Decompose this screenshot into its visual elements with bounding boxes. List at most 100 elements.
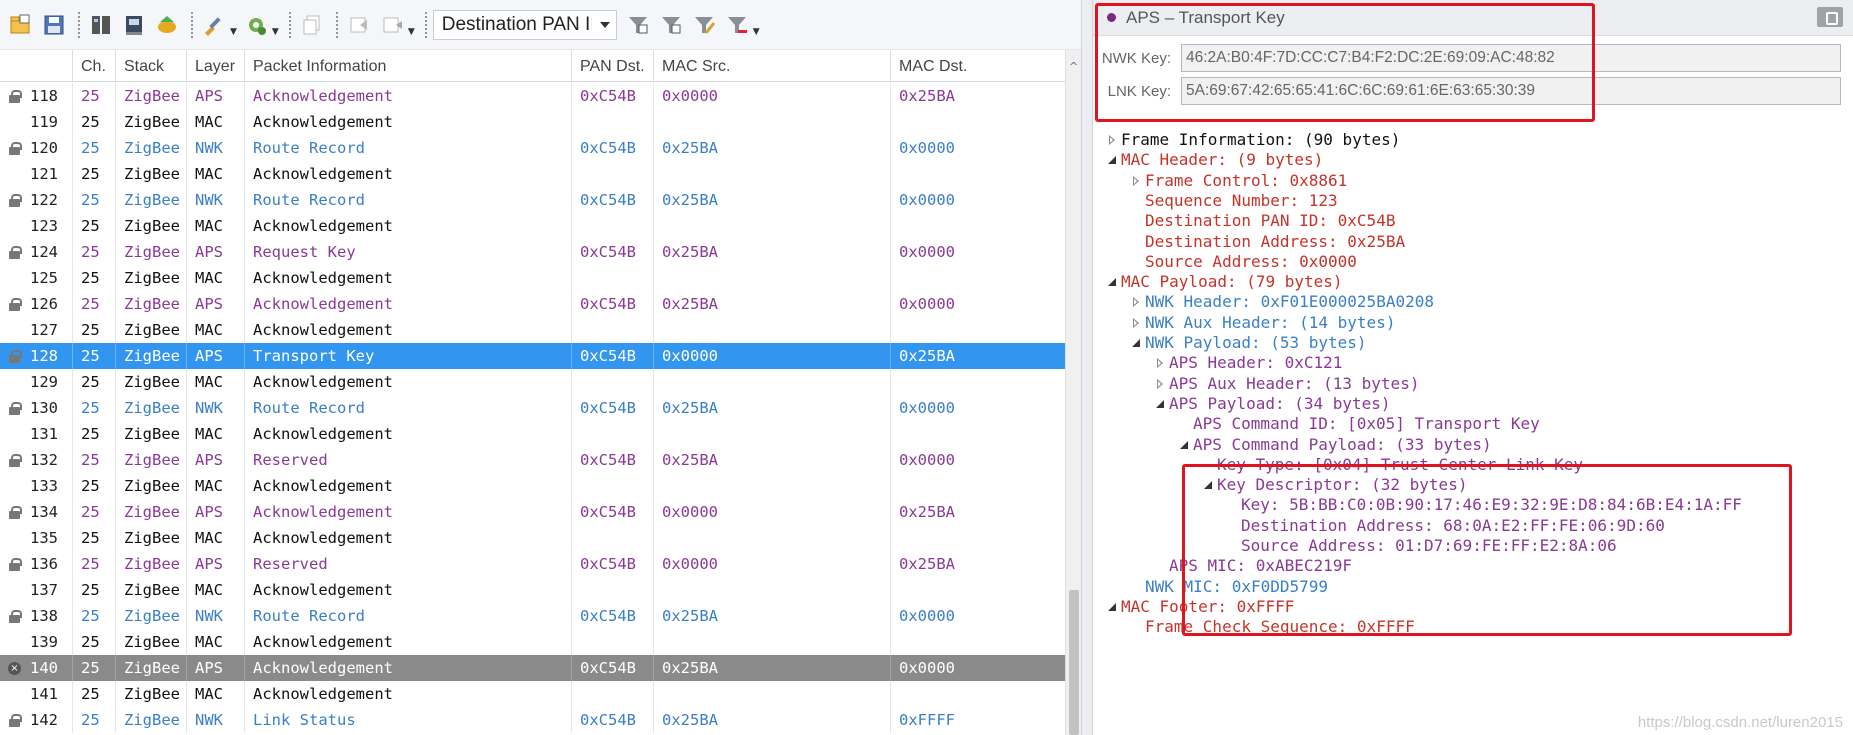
table-row[interactable]: 135 25 ZigBee MAC Acknowledgement [0,525,1065,551]
cell-channel: 25 [72,525,115,551]
table-row[interactable]: 142 25 ZigBee NWK Link Status 0xC54B 0x25BA 0xF… [0,707,1065,733]
cell-mac-src: 0x25BA [653,707,890,733]
filter-remove-icon[interactable] [722,10,752,40]
cell-mac-src [653,577,890,603]
table-row[interactable]: × 140 25 ZigBee APS Acknowledgement 0xC54B 0x25… [0,655,1065,681]
table-row[interactable]: 130 25 ZigBee NWK Route Record 0xC54B 0x25BA 0x… [0,395,1065,421]
table-row[interactable]: 133 25 ZigBee MAC Acknowledgement [0,473,1065,499]
cell-stack: ZigBee [115,603,186,629]
table-row[interactable]: 122 25 ZigBee NWK Route Record 0xC54B 0x25BA 0x… [0,187,1065,213]
cell-layer: APS [186,447,244,473]
filter-icon[interactable] [623,10,653,40]
cell-pan-dst [571,473,653,499]
cell-packet-information: Transport Key [244,343,571,369]
capture-device-icon[interactable] [119,10,149,40]
device-icon[interactable] [86,10,116,40]
back-icon[interactable] [344,10,374,40]
pane-splitter[interactable] [1081,0,1093,735]
cell-layer: APS [186,83,244,109]
export-icon[interactable] [152,10,182,40]
cell-channel: 25 [72,213,115,239]
detail-header: APS – Transport Key [1093,0,1853,36]
table-row[interactable]: 118 25 ZigBee APS Acknowledgement 0xC54B 0x000… [0,83,1065,109]
chevron-down-icon[interactable]: ▼ [272,27,279,37]
filter-add-icon[interactable] [656,10,686,40]
destination-pan-id-select[interactable]: Destination PAN ID [432,9,617,40]
forward-icon[interactable] [377,10,407,40]
filter-edit-icon[interactable] [689,10,719,40]
cell-pan-dst: 0xC54B [571,499,653,525]
scroll-up-icon[interactable]: ^ [1069,60,1078,73]
table-row[interactable]: 138 25 ZigBee NWK Route Record 0xC54B 0x25BA 0x… [0,603,1065,629]
cell-layer: NWK [186,603,244,629]
brush-icon[interactable] [199,10,229,40]
table-row[interactable]: 134 25 ZigBee APS Acknowledgement 0xC54B 0x000… [0,499,1065,525]
cell-mac-src [653,473,890,499]
open-file-icon[interactable] [6,10,36,40]
settings-gear-icon[interactable] [241,10,271,40]
cell-stack: ZigBee [115,343,186,369]
cell-packet-number: 132 [30,451,58,469]
cell-layer: MAC [186,109,244,135]
save-icon[interactable] [39,10,69,40]
table-row[interactable]: 125 25 ZigBee MAC Acknowledgement [0,265,1065,291]
cell-packet-information: Acknowledgement [244,161,571,187]
column-header-layer[interactable]: Layer [186,50,244,82]
packet-detail-pane: APS – Transport Key NWK Key: 46:2A:B0:4F… [1093,0,1853,735]
column-header-channel[interactable]: Ch. [72,50,115,82]
cell-layer: APS [186,343,244,369]
column-header-stack[interactable]: Stack [115,50,186,82]
column-header-mac-src[interactable]: MAC Src. [653,50,890,82]
column-header-mac-dst[interactable]: MAC Dst. [890,50,1065,82]
lnk-key-field[interactable]: 5A:69:67:42:65:65:41:6C:6C:69:61:6E:63:6… [1181,77,1841,105]
cell-stack: ZigBee [115,213,186,239]
cell-mac-src: 0x0000 [653,343,890,369]
chevron-down-icon[interactable]: ▼ [408,27,415,37]
table-row[interactable]: 131 25 ZigBee MAC Acknowledgement [0,421,1065,447]
table-row[interactable]: 123 25 ZigBee MAC Acknowledgement [0,213,1065,239]
column-header-packet-information[interactable]: Packet Information [244,50,571,82]
cell-channel: 25 [72,655,115,681]
table-row[interactable]: 128 25 ZigBee APS Transport Key 0xC54B 0x0000 0… [0,343,1065,369]
table-row[interactable]: 121 25 ZigBee MAC Acknowledgement [0,161,1065,187]
table-row[interactable]: 137 25 ZigBee MAC Acknowledgement [0,577,1065,603]
nwk-key-field[interactable]: 46:2A:B0:4F:7D:CC:C7:B4:F2:DC:2E:69:09:A… [1181,44,1841,72]
cell-mac-dst [890,265,1065,291]
nwk-key-row: NWK Key: 46:2A:B0:4F:7D:CC:C7:B4:F2:DC:2… [1093,43,1853,73]
aps-layer-dot-icon [1107,13,1116,22]
cell-channel: 25 [72,577,115,603]
cell-layer: APS [186,655,244,681]
cell-mac-dst: 0x0000 [890,603,1065,629]
table-row[interactable]: 124 25 ZigBee APS Request Key 0xC54B 0x25BA 0x0… [0,239,1065,265]
table-row[interactable]: 141 25 ZigBee MAC Acknowledgement [0,681,1065,707]
table-row[interactable]: 119 25 ZigBee MAC Acknowledgement [0,109,1065,135]
table-row[interactable]: 129 25 ZigBee MAC Acknowledgement [0,369,1065,395]
cell-layer: MAC [186,473,244,499]
lock-icon[interactable] [1817,7,1843,27]
table-row[interactable]: 126 25 ZigBee APS Acknowledgement 0xC54B 0x25B… [0,291,1065,317]
cell-mac-dst: 0x25BA [890,343,1065,369]
cell-stack: ZigBee [115,161,186,187]
cell-channel: 25 [72,369,115,395]
table-row[interactable]: 120 25 ZigBee NWK Route Record 0xC54B 0x25BA 0x… [0,135,1065,161]
table-row[interactable]: 132 25 ZigBee APS Reserved 0xC54B 0x25BA 0x0000 [0,447,1065,473]
table-row[interactable]: 136 25 ZigBee APS Reserved 0xC54B 0x0000 0x25BA [0,551,1065,577]
table-row[interactable]: 139 25 ZigBee MAC Acknowledgement [0,629,1065,655]
scrollbar-thumb[interactable] [1069,590,1079,735]
table-row[interactable]: 127 25 ZigBee MAC Acknowledgement [0,317,1065,343]
cell-mac-dst [890,421,1065,447]
column-header-pan-dst[interactable]: PAN Dst. [571,50,653,82]
chevron-down-icon[interactable]: ▼ [753,27,760,37]
packet-list-scrollbar[interactable]: ^ [1065,50,1081,735]
copy-icon[interactable] [297,10,327,40]
cell-stack: ZigBee [115,239,186,265]
cell-mac-src: 0x25BA [653,395,890,421]
cell-mac-src [653,317,890,343]
cell-layer: APS [186,291,244,317]
cell-layer: APS [186,239,244,265]
cell-mac-src [653,161,890,187]
tree-node[interactable]: Frame Check Sequence: 0xFFFF [1093,615,1853,639]
cell-mac-dst: 0xFFFF [890,707,1065,733]
chevron-down-icon[interactable]: ▼ [230,27,237,37]
cell-channel: 25 [72,629,115,655]
